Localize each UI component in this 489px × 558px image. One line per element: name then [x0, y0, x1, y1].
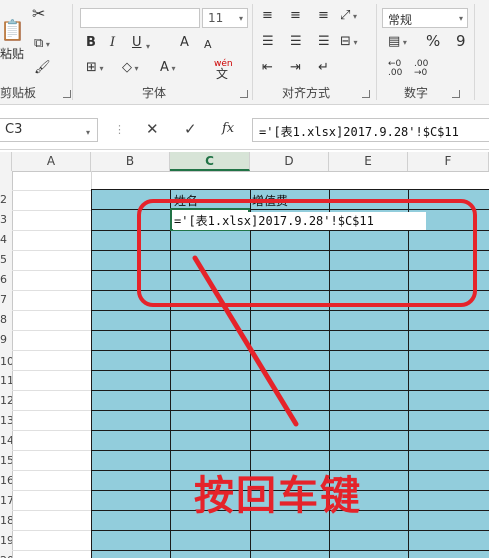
annotation-press-enter: 按回车键	[194, 473, 362, 519]
